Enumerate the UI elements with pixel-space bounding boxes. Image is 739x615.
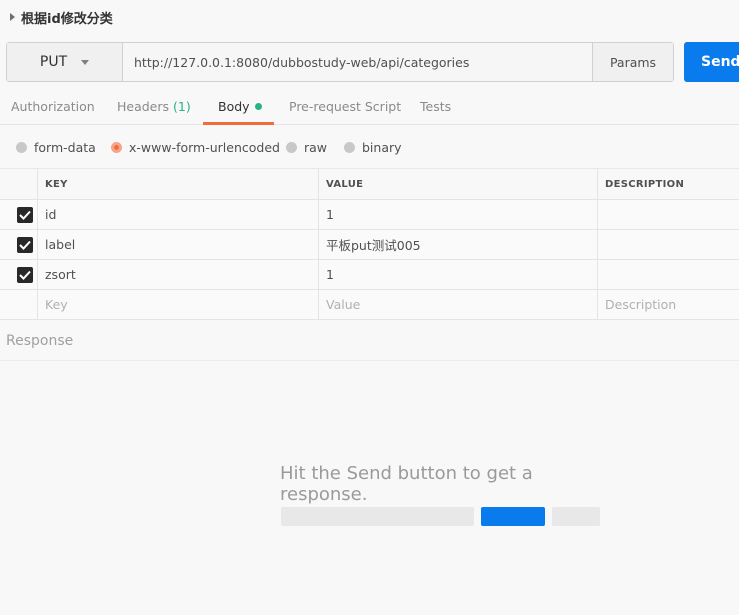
tab-pre-request-script[interactable]: Pre-request Script (286, 92, 404, 125)
url-input[interactable]: http://127.0.0.1:8080/dubbostudy-web/api… (123, 43, 592, 81)
table-row: id 1 (0, 200, 739, 230)
table-row: label 平板put测试005 (0, 230, 739, 260)
row-checkbox[interactable] (17, 267, 33, 283)
tab-authorization[interactable]: Authorization (8, 92, 98, 125)
radio-label: raw (304, 139, 328, 155)
column-header-key: KEY (37, 169, 318, 199)
table-header: KEY VALUE DESCRIPTION (0, 169, 739, 200)
new-key-input[interactable]: Key (37, 290, 318, 319)
value-cell[interactable]: 1 (318, 260, 597, 289)
headers-count-badge: (1) (173, 99, 191, 114)
request-name: 根据id修改分类 (21, 11, 113, 27)
key-cell[interactable]: label (37, 230, 318, 259)
key-cell[interactable]: zsort (37, 260, 318, 289)
checkmark-icon (19, 210, 31, 220)
column-header-value: VALUE (318, 169, 597, 199)
placeholder-bar (281, 507, 474, 526)
body-active-dot-icon (254, 103, 262, 110)
table-row: zsort 1 (0, 260, 739, 290)
value-cell[interactable]: 1 (318, 200, 597, 229)
params-button[interactable]: Params (592, 43, 673, 81)
radio-icon[interactable] (16, 141, 27, 153)
new-value-input[interactable]: Value (318, 290, 597, 319)
row-checkbox[interactable] (17, 237, 33, 253)
send-button[interactable]: Send (684, 42, 739, 82)
radio-binary[interactable]: binary (344, 138, 402, 156)
description-cell[interactable] (597, 260, 739, 289)
checkmark-icon (19, 270, 31, 280)
method-select[interactable]: PUT (7, 43, 123, 81)
key-cell[interactable]: id (37, 200, 318, 229)
description-cell[interactable] (597, 200, 739, 229)
tab-label: Authorization (11, 99, 95, 114)
radio-icon[interactable] (344, 141, 355, 153)
radio-icon[interactable] (286, 141, 297, 153)
table-row-new: Key Value Description (0, 290, 739, 320)
chevron-down-icon (81, 59, 90, 65)
radio-x-www-form-urlencoded[interactable]: x-www-form-urlencoded (111, 138, 280, 156)
tab-body[interactable]: Body (203, 92, 274, 125)
radio-raw[interactable]: raw (286, 138, 327, 156)
new-description-input[interactable]: Description (597, 290, 739, 319)
empty-response-message: Hit the Send button to get a response. (280, 463, 533, 505)
tab-label: Tests (420, 99, 452, 114)
method-label: PUT (39, 54, 68, 70)
column-header-description: DESCRIPTION (597, 169, 739, 199)
tab-headers[interactable]: Headers (1) (114, 92, 194, 125)
radio-label: x-www-form-urlencoded (129, 139, 280, 155)
radio-label: binary (362, 139, 402, 155)
collapse-caret-icon[interactable] (10, 13, 15, 21)
value-cell[interactable]: 平板put测试005 (318, 230, 597, 259)
tab-tests[interactable]: Tests (417, 92, 454, 125)
params-table: KEY VALUE DESCRIPTION id 1 label 平板put测试… (0, 169, 739, 320)
response-divider (0, 360, 739, 361)
url-bar: PUT http://127.0.0.1:8080/dubbostudy-web… (6, 42, 674, 82)
tab-label: Headers (117, 99, 170, 114)
description-cell[interactable] (597, 230, 739, 259)
request-title[interactable]: 根据id修改分类 (10, 8, 113, 27)
response-label: Response (6, 333, 74, 349)
placeholder-send-bar (481, 507, 545, 526)
checkmark-icon (19, 240, 31, 250)
body-type-selector: form-data x-www-form-urlencoded raw bina… (0, 126, 739, 169)
tab-label: Body (218, 99, 250, 114)
radio-selected-icon[interactable] (111, 141, 122, 153)
tab-label: Pre-request Script (289, 99, 402, 114)
placeholder-bar (552, 507, 600, 526)
request-tabs: Authorization Headers (1) Body Pre-reque… (0, 92, 739, 125)
radio-label: form-data (34, 139, 96, 155)
row-checkbox[interactable] (17, 207, 33, 223)
radio-form-data[interactable]: form-data (16, 138, 96, 156)
